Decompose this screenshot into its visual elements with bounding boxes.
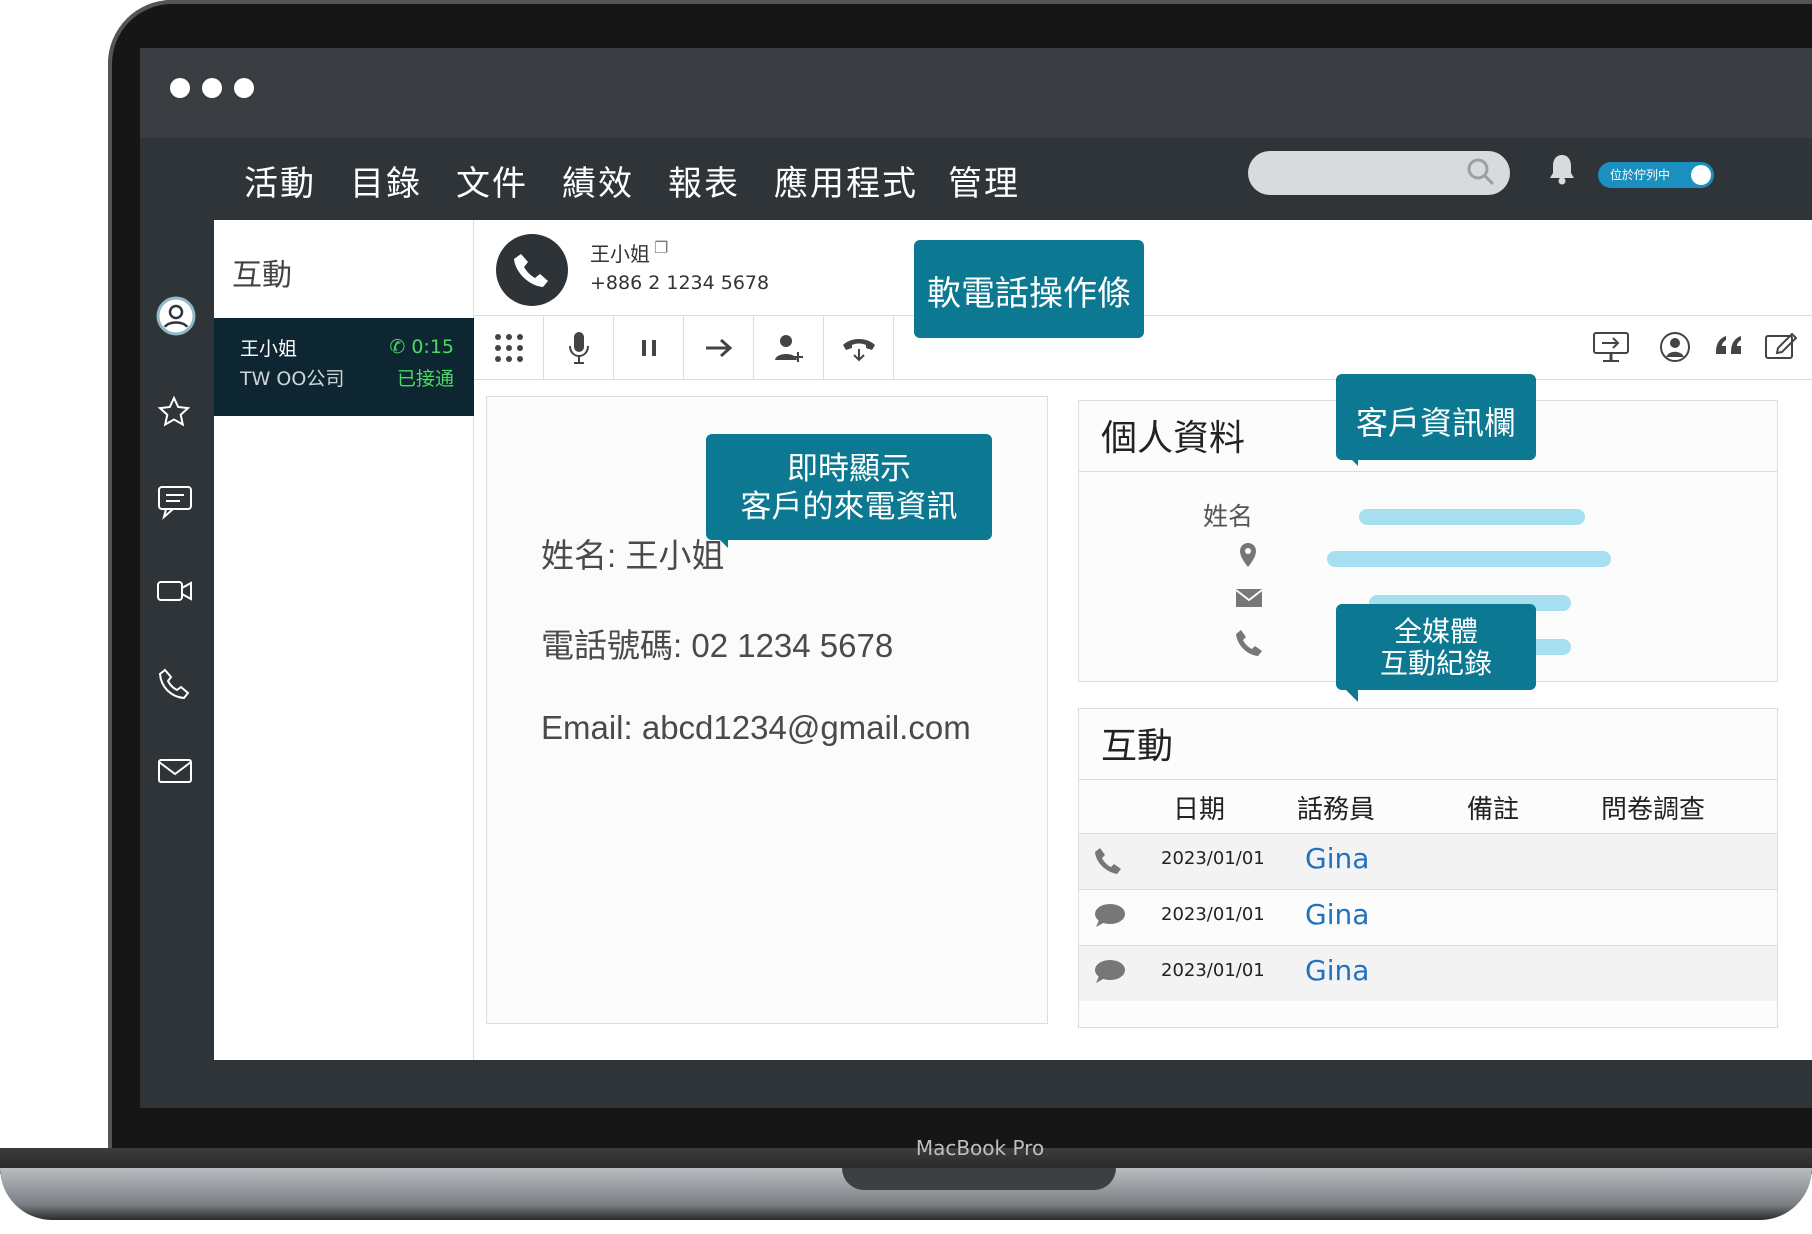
profile-name-label: 姓名 xyxy=(1203,502,1254,531)
copy-icon[interactable]: ❐ xyxy=(654,238,668,257)
caller-company: TW OO公司 xyxy=(240,368,345,390)
screen-share-icon[interactable] xyxy=(1592,330,1630,368)
callout-customer-info: 客戶資訊欄 xyxy=(1336,374,1536,466)
profile-avatar-icon[interactable] xyxy=(156,296,196,340)
mail-icon[interactable] xyxy=(156,756,194,790)
row-agent-link[interactable]: Gina xyxy=(1305,842,1369,875)
caller-phone-line: 電話號碼: 02 1234 5678 xyxy=(541,627,894,664)
video-icon[interactable] xyxy=(156,576,194,610)
mute-button[interactable] xyxy=(544,316,614,380)
main-workspace: 王小姐 ❐ +886 2 1234 5678 姓名: 王小姐 電話號碼: 02 … xyxy=(474,220,1812,1060)
table-row[interactable]: 2023/01/01 Gina xyxy=(1079,889,1777,945)
device-label: MacBook Pro xyxy=(915,1136,1045,1160)
column-notes[interactable]: 備註 xyxy=(1467,789,1519,826)
notification-bell-icon[interactable] xyxy=(1546,152,1578,190)
callout-realtime-info: 即時顯示 客戶的來電資訊 xyxy=(706,434,992,548)
nav-item-directory[interactable]: 目錄 xyxy=(350,156,422,205)
callout-softphone: 軟電話操作條 xyxy=(914,240,1144,338)
row-date: 2023/01/01 xyxy=(1161,904,1265,925)
nav-item-documents[interactable]: 文件 xyxy=(456,156,528,205)
contact-icon[interactable] xyxy=(1658,330,1692,368)
call-phone-icon xyxy=(496,234,568,306)
chat-bubble-icon xyxy=(1093,958,1127,990)
search-input[interactable] xyxy=(1248,151,1510,195)
call-duration: ✆ 0:15 xyxy=(389,336,454,358)
call-status: 已接通 xyxy=(396,368,454,390)
nav-item-activities[interactable]: 活動 xyxy=(244,156,316,205)
top-navigation: 活動 目錄 文件 績效 報表 應用程式 管理 位於佇列中 xyxy=(140,138,1812,220)
row-date: 2023/01/01 xyxy=(1161,848,1265,869)
quote-icon[interactable] xyxy=(1712,330,1746,364)
profile-address-value xyxy=(1327,551,1611,567)
add-participant-button[interactable] xyxy=(754,316,824,380)
column-date[interactable]: 日期 xyxy=(1173,789,1225,826)
profile-title: 個人資料 xyxy=(1101,418,1246,459)
maximize-dot[interactable] xyxy=(234,78,254,98)
column-agent[interactable]: 話務員 xyxy=(1297,789,1375,826)
phone-icon xyxy=(1233,627,1265,663)
nav-item-applications[interactable]: 應用程式 xyxy=(774,156,918,205)
screen: 活動 目錄 文件 績效 報表 應用程式 管理 位於佇列中 互動 王小姐 TW O… xyxy=(140,48,1812,1108)
location-icon xyxy=(1237,541,1259,573)
caller-email-line: Email: abcd1234@gmail.com xyxy=(541,709,971,746)
call-contact-number: +886 2 1234 5678 xyxy=(590,272,770,294)
edit-note-icon[interactable] xyxy=(1764,330,1798,366)
panel-title: 互動 xyxy=(232,258,292,293)
interaction-history-panel: 互動 日期 話務員 備註 問卷調查 2023/01/01 Gina 2023/0… xyxy=(1078,708,1778,1028)
interaction-list-panel: 互動 王小姐 TW OO公司 ✆ 0:15 已接通 xyxy=(214,220,474,1060)
caller-name: 王小姐 xyxy=(240,338,298,360)
window-controls xyxy=(170,78,266,102)
search-icon xyxy=(1466,157,1496,191)
queue-status-toggle[interactable]: 位於佇列中 xyxy=(1598,162,1714,188)
divider xyxy=(1079,471,1777,472)
table-row[interactable]: 2023/01/01 Gina xyxy=(1079,833,1777,889)
phone-icon[interactable] xyxy=(156,666,192,706)
add-user-icon xyxy=(774,335,803,362)
nav-item-admin[interactable]: 管理 xyxy=(948,156,1020,205)
hangup-icon xyxy=(842,339,875,362)
interaction-title: 互動 xyxy=(1101,726,1174,767)
star-icon[interactable] xyxy=(156,394,192,434)
email-icon xyxy=(1235,587,1263,613)
queue-status-label: 位於佇列中 xyxy=(1610,168,1671,182)
row-date: 2023/01/01 xyxy=(1161,960,1265,981)
dialpad-icon xyxy=(494,334,523,362)
chat-icon[interactable] xyxy=(156,484,194,524)
hold-button[interactable] xyxy=(614,316,684,380)
call-contact-name: 王小姐 xyxy=(590,242,650,266)
divider xyxy=(1079,779,1777,780)
close-dot[interactable] xyxy=(170,78,190,98)
laptop-notch xyxy=(842,1168,1116,1190)
row-agent-link[interactable]: Gina xyxy=(1305,898,1369,931)
minimize-dot[interactable] xyxy=(202,78,222,98)
caller-name-line: 姓名: 王小姐 xyxy=(541,537,725,574)
nav-item-reports[interactable]: 報表 xyxy=(668,156,740,205)
row-agent-link[interactable]: Gina xyxy=(1305,954,1369,987)
callout-omnichannel: 全媒體 互動紀錄 xyxy=(1336,604,1536,702)
pause-icon xyxy=(641,340,656,356)
table-row[interactable]: 2023/01/01 Gina xyxy=(1079,945,1777,1001)
toggle-knob xyxy=(1691,165,1711,185)
live-phone-icon: ✆ xyxy=(389,336,406,358)
phone-icon xyxy=(1093,846,1123,880)
arrow-right-icon xyxy=(705,338,732,358)
column-survey[interactable]: 問卷調查 xyxy=(1601,789,1705,826)
chat-bubble-icon xyxy=(1093,902,1127,934)
active-call-card[interactable]: 王小姐 TW OO公司 ✆ 0:15 已接通 xyxy=(214,318,474,416)
nav-item-performance[interactable]: 績效 xyxy=(562,156,634,205)
icon-rail xyxy=(140,220,214,1060)
microphone-icon xyxy=(568,332,589,364)
profile-name-value xyxy=(1359,509,1585,525)
hangup-button[interactable] xyxy=(824,316,894,380)
dialpad-button[interactable] xyxy=(474,316,544,380)
transfer-button[interactable] xyxy=(684,316,754,380)
